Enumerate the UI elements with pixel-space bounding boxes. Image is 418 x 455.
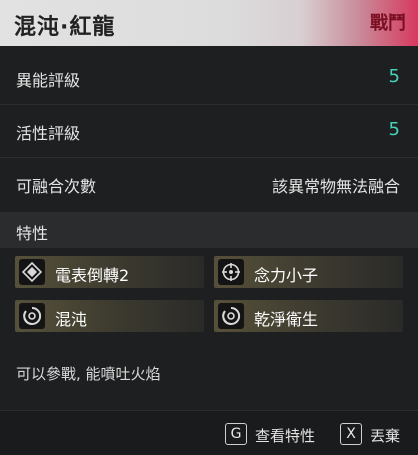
key-hint-x[interactable]: X [340,423,362,445]
trait-name: 混沌 [55,310,88,329]
footer-bar: G 查看特性 X 丟棄 [0,410,418,455]
item-detail-panel: 混沌·紅龍 戰鬥 異能評級 5 活性評級 5 可融合次數 該異常物無法融合 特性… [0,0,418,455]
header-bar: 混沌·紅龍 戰鬥 [0,0,418,46]
drop-label[interactable]: 丟棄 [370,425,400,446]
item-description: 可以參戰, 能噴吐火焰 [16,365,161,383]
trait-name: 念力小子 [254,266,319,285]
trait-name: 乾淨衛生 [254,310,319,329]
stat-label: 可融合次數 [16,177,97,196]
trait-item[interactable]: 混沌 [15,300,204,332]
key-hint-g[interactable]: G [225,423,247,445]
swirl-icon [218,303,244,329]
crosshair-icon [218,259,244,285]
stat-value: 該異常物無法融合 [271,177,400,196]
stat-row-activity-grade: 活性評級 5 [0,105,418,158]
diamond-icon [19,259,45,285]
category-tag: 戰鬥 [370,13,406,34]
trait-item[interactable]: 念力小子 [214,256,403,288]
view-traits-label[interactable]: 查看特性 [255,425,315,446]
stat-row-fusion-count: 可融合次數 該異常物無法融合 [0,158,418,210]
stat-value: 5 [388,66,400,87]
traits-section-header: 特性 [0,212,418,248]
trait-name: 電表倒轉2 [55,266,130,285]
trait-item[interactable]: 乾淨衛生 [214,300,403,332]
stat-label: 活性評級 [16,124,81,143]
stat-row-ability-grade: 異能評級 5 [0,52,418,105]
swirl-icon [19,303,45,329]
traits-title: 特性 [16,224,49,243]
stat-label: 異能評級 [16,71,81,90]
item-title: 混沌·紅龍 [14,15,116,40]
stat-value: 5 [388,119,400,140]
trait-item[interactable]: 電表倒轉2 [15,256,204,288]
